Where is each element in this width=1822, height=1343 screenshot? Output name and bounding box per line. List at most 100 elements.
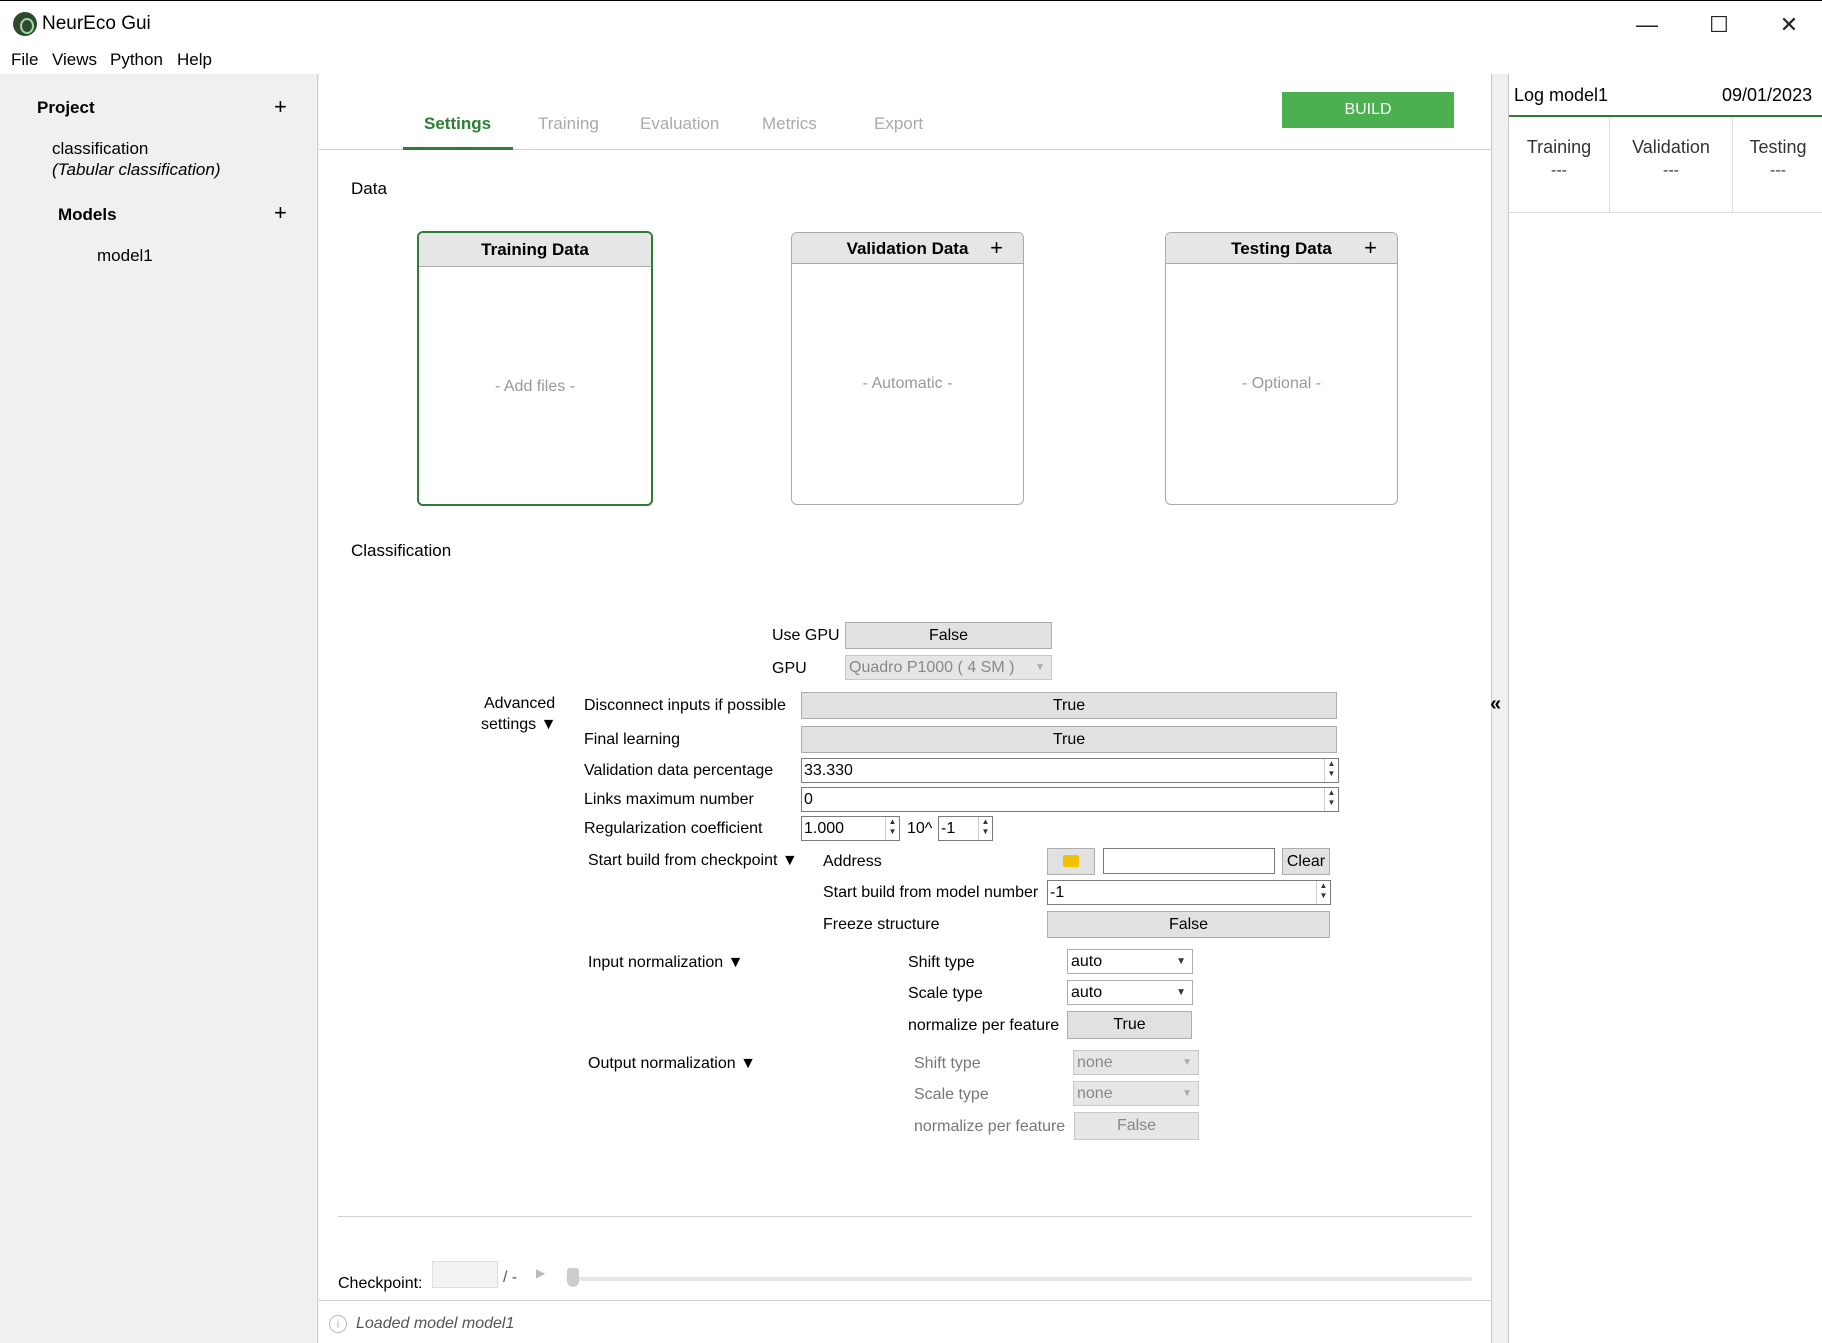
testing-data-placeholder: - Optional - [1241, 375, 1322, 392]
log-column-name: Testing [1749, 137, 1807, 157]
output-shift-type-select[interactable]: none ▼ [1073, 1050, 1199, 1075]
info-icon: i [329, 1315, 347, 1333]
address-input[interactable] [1103, 848, 1275, 874]
build-button[interactable]: BUILD [1282, 92, 1454, 128]
tab-training[interactable]: Training [538, 114, 599, 134]
model-number-input[interactable]: -1 ▲ ▼ [1047, 880, 1331, 905]
menu-python[interactable]: Python [110, 50, 163, 70]
spinner-arrows-icon[interactable]: ▲ ▼ [978, 817, 992, 840]
log-metrics-table: Training --- Validation --- Testing --- [1509, 117, 1822, 213]
input-scale-type-select[interactable]: auto ▼ [1067, 980, 1193, 1005]
minimize-button[interactable]: — [1612, 7, 1682, 43]
active-tab-indicator [403, 147, 513, 150]
validation-data-box[interactable]: Validation Data + - Automatic - [791, 232, 1024, 505]
checkpoint-slider-handle[interactable] [567, 1268, 579, 1287]
model-number-value: -1 [1050, 884, 1065, 901]
checkpoint-slider-track[interactable] [566, 1277, 1472, 1281]
input-shift-type-label: Shift type [908, 954, 975, 971]
training-data-title: Training Data [481, 240, 589, 259]
project-item-classification[interactable]: classification [52, 139, 148, 159]
checkpoint-divider [338, 1216, 1472, 1217]
tab-export[interactable]: Export [874, 114, 923, 134]
regularization-exp-value: -1 [941, 820, 956, 837]
links-max-value: 0 [804, 791, 813, 808]
output-scale-type-label: Scale type [914, 1086, 989, 1103]
status-divider [319, 1300, 1492, 1301]
links-max-input[interactable]: 0 ▲ ▼ [801, 787, 1339, 812]
spinner-arrows-icon[interactable]: ▲ ▼ [1324, 759, 1338, 782]
input-per-feature-toggle[interactable]: True [1067, 1011, 1192, 1039]
main-panel: Settings Training Evaluation Metrics Exp… [319, 74, 1492, 1343]
add-project-button[interactable]: + [274, 96, 287, 118]
add-model-button[interactable]: + [274, 202, 287, 224]
validation-data-title: Validation Data [846, 239, 969, 258]
data-section-title: Data [351, 179, 387, 198]
tab-metrics[interactable]: Metrics [762, 114, 817, 134]
log-date: 09/01/2023 [1722, 85, 1813, 105]
input-shift-type-value: auto [1071, 953, 1103, 970]
gpu-select-value: Quadro P1000 ( 4 SM ) [849, 659, 1015, 676]
output-normalization-toggle[interactable]: Output normalization ▼ [588, 1055, 756, 1073]
tab-settings[interactable]: Settings [424, 114, 491, 134]
log-column-name: Training [1526, 137, 1592, 157]
menu-help[interactable]: Help [177, 50, 212, 70]
input-shift-type-select[interactable]: auto ▼ [1067, 949, 1193, 974]
regularization-coef-value: 1.000 [804, 820, 845, 837]
gpu-select[interactable]: Quadro P1000 ( 4 SM ) ▼ [845, 655, 1052, 680]
testing-data-box[interactable]: Testing Data + - Optional - [1165, 232, 1398, 505]
use-gpu-label: Use GPU [772, 627, 840, 644]
tab-evaluation[interactable]: Evaluation [640, 114, 719, 134]
browse-folder-button[interactable] [1047, 848, 1095, 875]
output-shift-type-value: none [1077, 1054, 1113, 1071]
training-data-placeholder: - Add files - [494, 378, 576, 395]
menu-file[interactable]: File [11, 50, 38, 70]
spinner-arrows-icon[interactable]: ▲ ▼ [1316, 881, 1330, 904]
validation-data-placeholder: - Automatic - [862, 375, 953, 392]
chevron-down-icon: ▼ [1182, 1088, 1192, 1099]
freeze-structure-toggle[interactable]: False [1047, 911, 1330, 938]
log-column-testing: Testing --- [1733, 117, 1822, 213]
checkpoint-input[interactable] [432, 1261, 498, 1288]
disconnect-inputs-label: Disconnect inputs if possible [584, 697, 786, 714]
validation-percentage-label: Validation data percentage [584, 762, 774, 779]
checkpoint-section-toggle[interactable]: Start build from checkpoint ▼ [588, 852, 798, 870]
spinner-arrows-icon[interactable]: ▲ ▼ [1324, 788, 1338, 811]
output-scale-type-select[interactable]: none ▼ [1073, 1081, 1199, 1106]
add-testing-data-button[interactable]: + [1364, 237, 1377, 259]
project-heading: Project [37, 98, 95, 117]
freeze-structure-label: Freeze structure [823, 916, 940, 933]
close-button[interactable]: ✕ [1754, 7, 1822, 43]
play-icon[interactable]: ▶ [536, 1266, 545, 1280]
regularization-coef-input[interactable]: 1.000 ▲ ▼ [801, 816, 900, 841]
classification-section-title: Classification [351, 541, 452, 560]
input-normalization-toggle[interactable]: Input normalization ▼ [588, 954, 743, 972]
collapse-panel-icon[interactable]: « [1490, 693, 1501, 716]
regularization-exp-label: 10^ [907, 820, 933, 837]
title-bar: NeurEco Gui — ☐ ✕ [0, 0, 1822, 50]
validation-percentage-input[interactable]: 33.330 ▲ ▼ [801, 758, 1339, 783]
spinner-arrows-icon[interactable]: ▲ ▼ [885, 817, 899, 840]
testing-data-header: Testing Data + [1166, 233, 1397, 264]
checkpoint-label: Checkpoint: [338, 1275, 423, 1292]
training-data-box[interactable]: Training Data - Add files - [417, 231, 653, 506]
chevron-down-icon: ▼ [1182, 1057, 1192, 1068]
regularization-exp-input[interactable]: -1 ▲ ▼ [938, 816, 993, 841]
models-heading: Models [58, 205, 117, 224]
log-column-validation: Validation --- [1610, 117, 1733, 213]
output-per-feature-toggle[interactable]: False [1074, 1112, 1199, 1140]
final-learning-toggle[interactable]: True [801, 726, 1337, 753]
disconnect-inputs-toggle[interactable]: True [801, 692, 1337, 719]
clear-address-button[interactable]: Clear [1282, 848, 1330, 875]
maximize-button[interactable]: ☐ [1684, 7, 1754, 43]
checkpoint-total: / - [503, 1269, 518, 1286]
output-per-feature-label: normalize per feature [914, 1118, 1066, 1135]
use-gpu-toggle[interactable]: False [845, 622, 1052, 649]
chevron-down-icon: ▼ [1035, 662, 1045, 673]
model-item-model1[interactable]: model1 [97, 246, 153, 266]
add-validation-data-button[interactable]: + [990, 237, 1003, 259]
final-learning-label: Final learning [584, 731, 681, 748]
menu-views[interactable]: Views [52, 50, 97, 70]
advanced-settings-toggle[interactable]: settings ▼ [481, 716, 556, 734]
address-label: Address [823, 853, 882, 870]
log-panel: Log model1 09/01/2023 Training --- Valid… [1508, 74, 1822, 1343]
